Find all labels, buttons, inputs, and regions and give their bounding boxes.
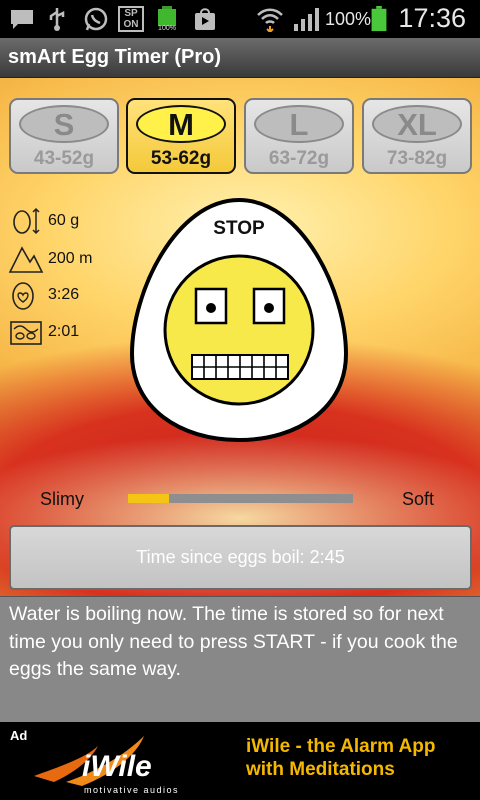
ad-headline-2: with Meditations bbox=[246, 759, 395, 780]
size-letter: L bbox=[254, 105, 344, 143]
size-range: 43-52g bbox=[33, 148, 95, 169]
cook-time-value: 3:26 bbox=[48, 286, 80, 303]
altitude-value: 200 m bbox=[48, 250, 93, 267]
egg-stop-button[interactable]: STOP bbox=[128, 196, 350, 444]
battery-percent: 100% bbox=[325, 9, 372, 29]
ad-slogan: motivative audios bbox=[84, 785, 180, 795]
size-range: 53-62g bbox=[150, 148, 212, 169]
ad-headline-1: iWile - the Alarm App bbox=[246, 736, 436, 757]
slider-left-label: Slimy bbox=[40, 489, 84, 509]
ad-tag: Ad bbox=[10, 728, 28, 743]
doneness-track[interactable] bbox=[128, 494, 353, 503]
slider-right-label: Soft bbox=[401, 489, 434, 509]
egg-weight-icon bbox=[13, 207, 40, 235]
whatsapp-icon bbox=[84, 7, 108, 31]
main-area: S 43-52g M 53-62g L 63-72g XL 73-82g 60 … bbox=[0, 78, 480, 596]
elapsed-value: 2:01 bbox=[48, 323, 80, 340]
doneness-slider: Slimy Soft bbox=[0, 478, 480, 518]
size-button-l[interactable]: L 63-72g bbox=[244, 98, 354, 174]
size-letter: XL bbox=[372, 105, 462, 143]
ad-banner[interactable]: Ad iWile motivative audios iWile - the A… bbox=[0, 722, 480, 800]
weight-value: 60 g bbox=[48, 212, 80, 229]
timer-text: Time since eggs boil: 2:45 bbox=[136, 547, 345, 567]
doneness-fill bbox=[128, 494, 169, 503]
egg-stop-label: STOP bbox=[213, 218, 265, 239]
size-button-m[interactable]: M 53-62g bbox=[126, 98, 236, 174]
status-message: Water is boiling now. The time is stored… bbox=[0, 596, 480, 722]
message-icon bbox=[11, 10, 33, 29]
size-button-s[interactable]: S 43-52g bbox=[9, 98, 119, 174]
battery-full-icon: 100% bbox=[156, 6, 178, 32]
egg-heart-icon bbox=[12, 282, 34, 310]
mountain-icon bbox=[8, 246, 44, 273]
status-bar: SP ON 100% 100% 17:36 bbox=[0, 0, 480, 38]
size-range: 73-82g bbox=[386, 148, 448, 169]
timer-display[interactable]: Time since eggs boil: 2:45 bbox=[9, 525, 472, 590]
app-title: smArt Egg Timer (Pro) bbox=[8, 46, 221, 68]
message-text: Water is boiling now. The time is stored… bbox=[9, 603, 458, 680]
size-button-xl[interactable]: XL 73-82g bbox=[362, 98, 472, 174]
title-bar: smArt Egg Timer (Pro) bbox=[0, 38, 480, 78]
signal-icon bbox=[294, 8, 319, 31]
usb-icon bbox=[49, 8, 65, 31]
pot-icon bbox=[10, 321, 42, 345]
ad-brand: iWile bbox=[82, 750, 152, 783]
size-range: 63-72g bbox=[268, 148, 330, 169]
battery-icon bbox=[371, 6, 387, 32]
play-store-icon bbox=[195, 8, 215, 30]
sp-on-icon: SP ON bbox=[118, 6, 144, 32]
wifi-icon bbox=[257, 8, 283, 32]
clock: 17:36 bbox=[398, 3, 466, 33]
size-letter: S bbox=[19, 105, 109, 143]
size-letter: M bbox=[136, 105, 226, 143]
egg-face-graphic: STOP bbox=[129, 197, 349, 443]
